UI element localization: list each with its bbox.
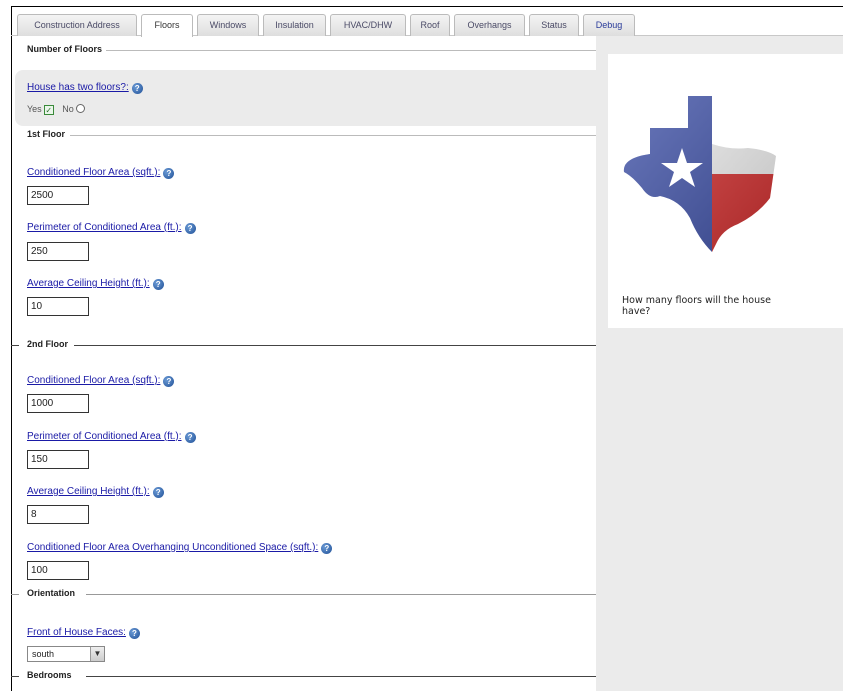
second-floor-overhang-label-text: Conditioned Floor Area Overhanging Uncon…	[27, 542, 319, 553]
first-floor-perimeter-label[interactable]: Perimeter of Conditioned Area (ft.):?	[27, 222, 196, 234]
first-floor-height-input[interactable]	[27, 297, 89, 316]
divider	[70, 135, 596, 136]
section-1st-floor: 1st Floor	[27, 129, 66, 139]
section-bedrooms: Bedrooms	[27, 670, 72, 680]
second-floor-height-label[interactable]: Average Ceiling Height (ft.):?	[27, 486, 164, 498]
help-box	[608, 54, 843, 328]
tab-overhangs[interactable]: Overhangs	[454, 14, 525, 36]
divider	[86, 676, 596, 677]
two-floors-label[interactable]: House has two floors?:?	[27, 82, 143, 94]
help-icon[interactable]: ?	[163, 168, 175, 179]
two-floors-radio-group: Yes ✓ No	[27, 104, 91, 115]
tab-construction-address[interactable]: Construction Address	[17, 14, 137, 36]
first-floor-perimeter-label-text: Perimeter of Conditioned Area (ft.):	[27, 222, 182, 233]
front-faces-select[interactable]: south ▼	[27, 646, 105, 662]
tab-floors[interactable]: Floors	[141, 14, 193, 37]
divider	[74, 345, 596, 346]
second-floor-perimeter-input[interactable]	[27, 450, 89, 469]
help-icon[interactable]: ?	[184, 223, 196, 234]
tab-debug[interactable]: Debug	[583, 14, 635, 36]
second-floor-perimeter-label-text: Perimeter of Conditioned Area (ft.):	[27, 431, 182, 442]
texas-flag-map-icon	[623, 96, 776, 252]
help-icon[interactable]: ?	[128, 628, 140, 639]
second-floor-area-label[interactable]: Conditioned Floor Area (sqft.):?	[27, 375, 175, 387]
second-floor-overhang-label[interactable]: Conditioned Floor Area Overhanging Uncon…	[27, 542, 333, 554]
second-floor-height-label-text: Average Ceiling Height (ft.):	[27, 486, 150, 497]
tab-status[interactable]: Status	[529, 14, 579, 36]
section-orientation: Orientation	[27, 588, 76, 598]
tab-insulation[interactable]: Insulation	[263, 14, 326, 36]
section-number-of-floors: Number of Floors	[27, 44, 103, 54]
two-floors-group	[15, 70, 596, 126]
first-floor-area-label-text: Conditioned Floor Area (sqft.):	[27, 167, 161, 178]
two-floors-label-text: House has two floors?:	[27, 82, 129, 93]
first-floor-height-label[interactable]: Average Ceiling Height (ft.):?	[27, 278, 164, 290]
first-floor-area-label[interactable]: Conditioned Floor Area (sqft.):?	[27, 167, 175, 179]
first-floor-area-input[interactable]	[27, 186, 89, 205]
divider	[11, 594, 19, 595]
second-floor-perimeter-label[interactable]: Perimeter of Conditioned Area (ft.):?	[27, 431, 196, 443]
tab-hvac-dhw[interactable]: HVAC/DHW	[330, 14, 406, 36]
chevron-down-icon[interactable]: ▼	[90, 647, 104, 661]
second-floor-overhang-input[interactable]	[27, 561, 89, 580]
help-icon[interactable]: ?	[163, 376, 175, 387]
first-floor-perimeter-input[interactable]	[27, 242, 89, 261]
second-floor-area-input[interactable]	[27, 394, 89, 413]
help-icon[interactable]: ?	[152, 487, 164, 498]
second-floor-area-label-text: Conditioned Floor Area (sqft.):	[27, 375, 161, 386]
help-icon[interactable]: ?	[321, 543, 333, 554]
yes-label: Yes	[27, 104, 42, 114]
divider	[106, 50, 596, 51]
section-2nd-floor: 2nd Floor	[27, 339, 68, 349]
help-icon[interactable]: ?	[184, 432, 196, 443]
yes-radio[interactable]: ✓	[43, 105, 54, 115]
help-text: How many floors will the house have?	[622, 295, 771, 317]
front-faces-label[interactable]: Front of House Faces:?	[27, 627, 140, 639]
tab-windows[interactable]: Windows	[197, 14, 259, 36]
tab-bar: Construction Address Floors Windows Insu…	[11, 14, 843, 37]
no-radio[interactable]	[75, 104, 85, 113]
divider	[11, 345, 19, 346]
tab-roof[interactable]: Roof	[410, 14, 450, 36]
no-label: No	[62, 104, 74, 114]
divider	[86, 594, 596, 595]
front-faces-selected-value: south	[32, 649, 55, 659]
second-floor-height-input[interactable]	[27, 505, 89, 524]
help-icon[interactable]: ?	[131, 83, 143, 94]
help-icon[interactable]: ?	[152, 279, 164, 290]
divider	[11, 676, 19, 677]
front-faces-label-text: Front of House Faces:	[27, 627, 126, 638]
first-floor-height-label-text: Average Ceiling Height (ft.):	[27, 278, 150, 289]
